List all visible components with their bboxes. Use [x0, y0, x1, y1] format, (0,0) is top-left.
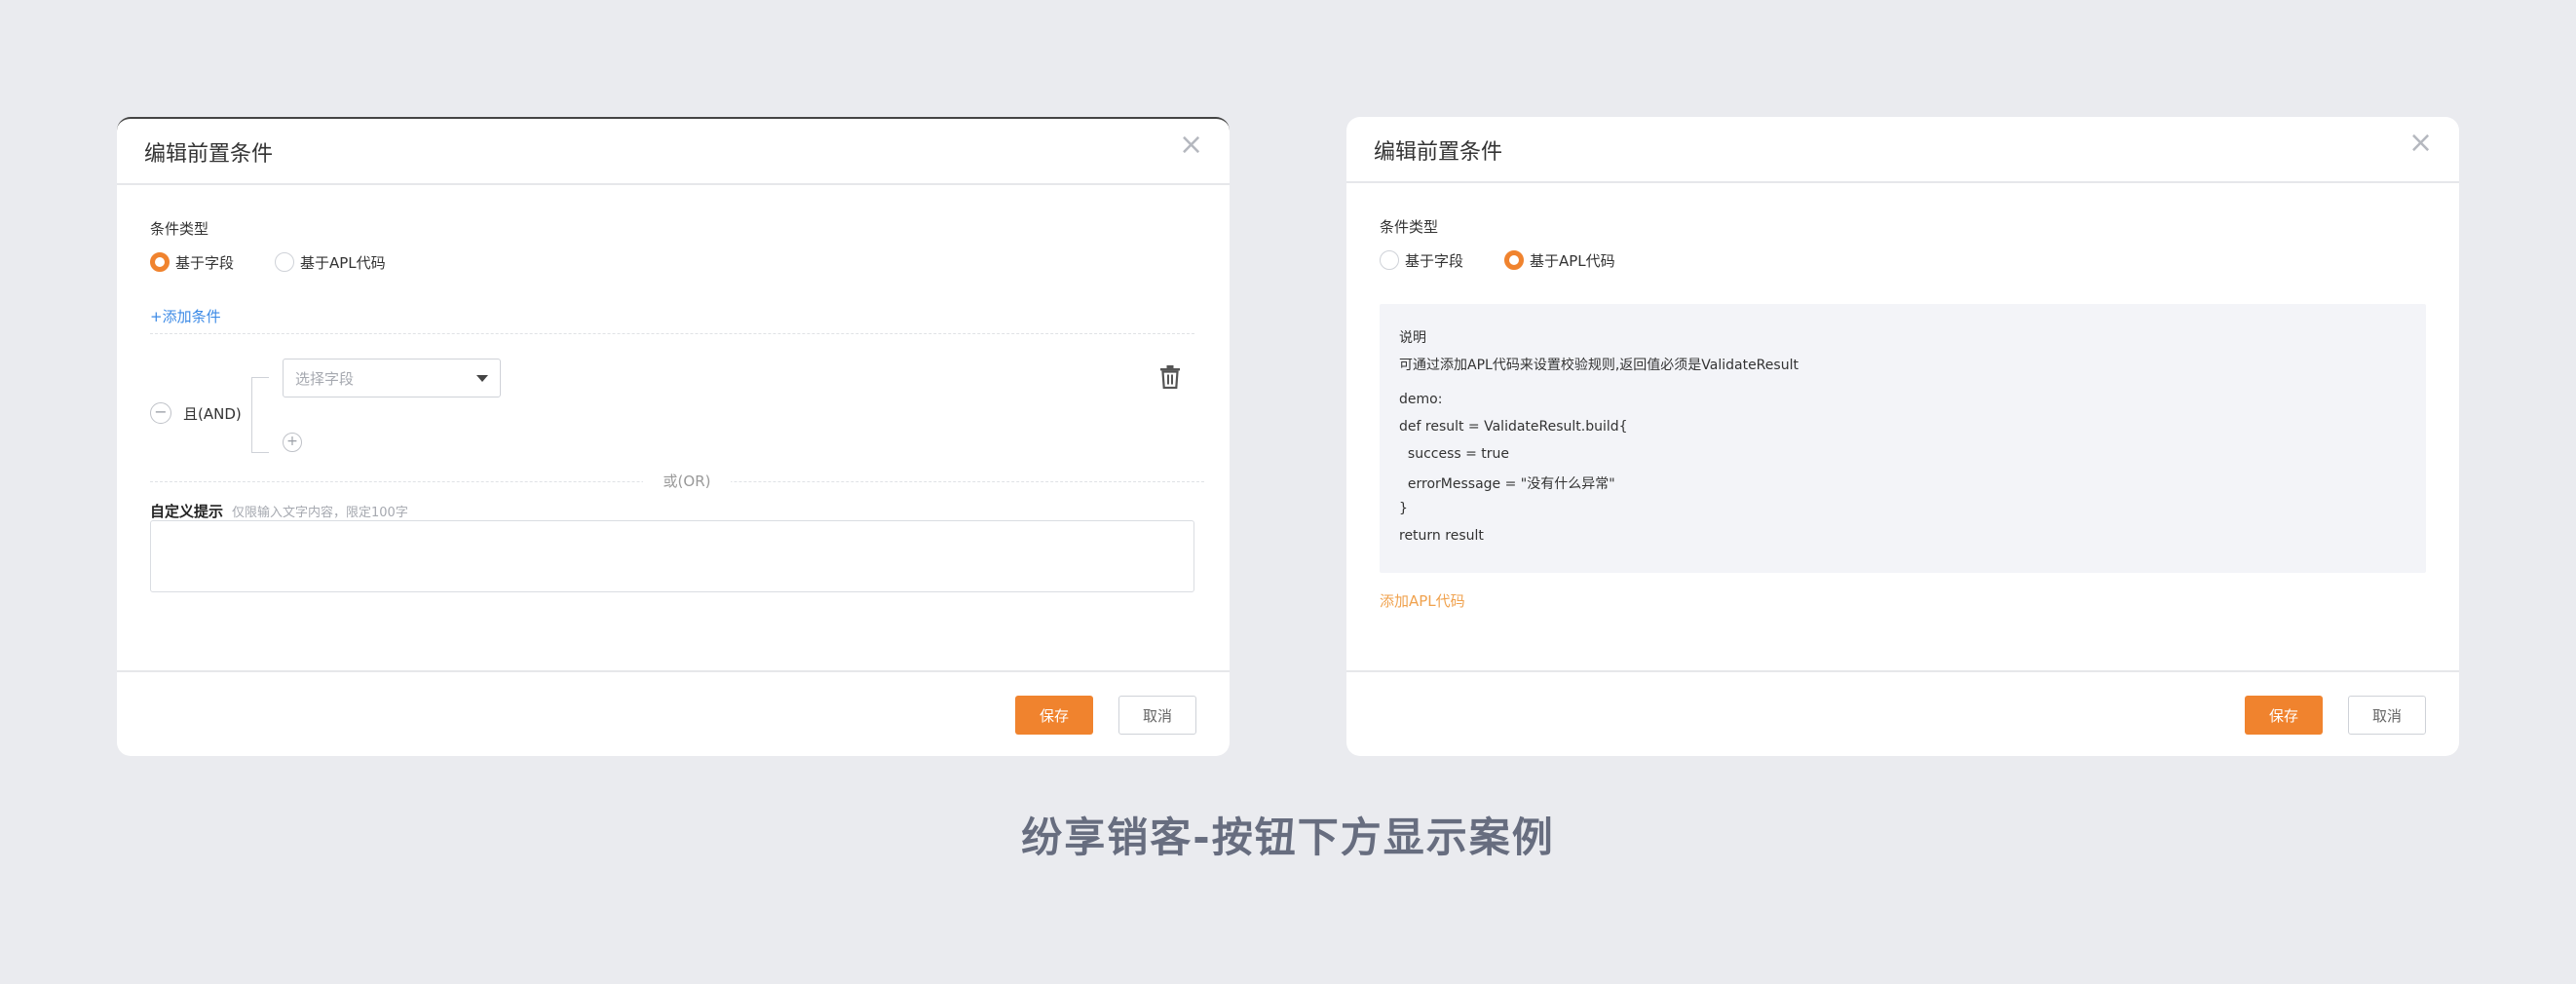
- add-condition-link[interactable]: +添加条件: [150, 306, 221, 326]
- apl-info-box: 说明 可通过添加APL代码来设置校验规则,返回值必须是ValidateResul…: [1380, 304, 2426, 573]
- radio-checked-icon: [150, 252, 170, 272]
- radio-apl-based[interactable]: 基于APL代码: [275, 251, 386, 273]
- caret-down-icon: [476, 375, 488, 382]
- dialog-footer: 保存 取消: [117, 670, 1230, 756]
- radio-apl-based[interactable]: 基于APL代码: [1504, 249, 1615, 271]
- field-select-placeholder: 选择字段: [295, 370, 355, 388]
- close-icon[interactable]: ×: [2408, 129, 2433, 158]
- divider: [150, 333, 1194, 334]
- dialog-footer: 保存 取消: [1346, 670, 2459, 756]
- radio-unchecked-icon: [275, 252, 294, 272]
- code-line: def result = ValidateResult.build{: [1399, 419, 1628, 435]
- cancel-button[interactable]: 取消: [2348, 696, 2426, 735]
- field-select[interactable]: 选择字段: [283, 359, 501, 397]
- code-line: return result: [1399, 528, 1484, 544]
- custom-tip-textarea[interactable]: [150, 520, 1194, 592]
- custom-tip-hint: 仅限输入文字内容，限定100字: [232, 506, 408, 520]
- info-description: 可通过添加APL代码来设置校验规则,返回值必须是ValidateResult: [1399, 358, 1799, 373]
- radio-label: 基于字段: [175, 253, 235, 272]
- custom-tip-label: 自定义提示: [150, 503, 224, 520]
- radio-label: 基于字段: [1405, 251, 1464, 270]
- radio-checked-icon: [1504, 250, 1524, 270]
- code-line: demo:: [1399, 392, 1443, 407]
- close-icon[interactable]: ×: [1179, 131, 1203, 160]
- dialog-header: 编辑前置条件 ×: [117, 119, 1230, 185]
- info-heading: 说明: [1399, 330, 1426, 346]
- save-button[interactable]: 保存: [2245, 696, 2323, 735]
- condition-type-label: 条件类型: [1380, 218, 1439, 236]
- and-label: 且(AND): [183, 405, 242, 423]
- code-line: }: [1399, 501, 1408, 516]
- dialog-header: 编辑前置条件 ×: [1346, 117, 2459, 183]
- condition-bracket: [251, 377, 269, 453]
- left-dialog: 编辑前置条件 × 条件类型 基于字段 基于APL代码 +添加条件 − 且(AND…: [117, 117, 1230, 756]
- trash-icon[interactable]: [1159, 365, 1181, 389]
- minus-circle-icon[interactable]: −: [150, 402, 171, 424]
- right-dialog: 编辑前置条件 × 条件类型 基于字段 基于APL代码 说明 可通过添加APL代码…: [1346, 117, 2459, 756]
- code-line: errorMessage = "没有什么异常": [1399, 476, 1615, 492]
- code-line: success = true: [1399, 446, 1510, 462]
- radio-field-based[interactable]: 基于字段: [150, 251, 234, 273]
- radio-unchecked-icon: [1380, 250, 1399, 270]
- page-caption: 纷享销客-按钮下方显示案例: [1021, 814, 1555, 861]
- radio-label: 基于APL代码: [1530, 251, 1615, 270]
- plus-circle-icon[interactable]: +: [283, 433, 302, 452]
- save-button[interactable]: 保存: [1015, 696, 1093, 735]
- or-label: 或(OR): [643, 471, 731, 491]
- dialog-title: 编辑前置条件: [1374, 140, 1503, 165]
- radio-label: 基于APL代码: [300, 253, 386, 272]
- add-apl-code-link[interactable]: 添加APL代码: [1380, 590, 1465, 611]
- dialog-title: 编辑前置条件: [144, 142, 274, 167]
- radio-field-based[interactable]: 基于字段: [1380, 249, 1463, 271]
- cancel-button[interactable]: 取消: [1118, 696, 1196, 735]
- condition-type-label: 条件类型: [150, 220, 209, 238]
